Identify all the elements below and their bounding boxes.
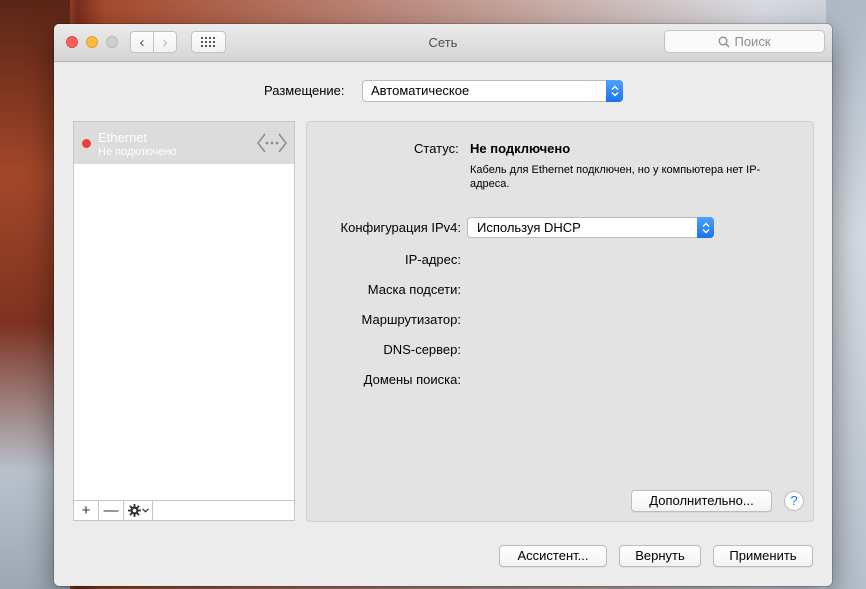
apply-button[interactable]: Применить <box>713 545 813 567</box>
status-description: Кабель для Ethernet подключен, но у комп… <box>470 164 761 190</box>
title-bar: ‹ › Сеть Поиск <box>54 24 832 62</box>
search-icon <box>719 36 730 47</box>
plus-icon: + <box>81 502 91 519</box>
location-label: Размещение: <box>264 83 345 98</box>
advanced-button[interactable]: Дополнительно... <box>631 490 772 512</box>
service-name: Ethernet <box>98 130 148 145</box>
service-list: Ethernet Не подключено <box>73 121 295 521</box>
search-input[interactable]: Поиск <box>664 30 825 53</box>
ipv4-stepper <box>697 217 714 238</box>
service-list-toolbar: + — <box>73 500 295 521</box>
help-button[interactable]: ? <box>784 491 804 511</box>
network-preferences-window: ‹ › Сеть Поиск Размещение: Автоматическо… <box>54 24 832 586</box>
remove-service-button[interactable]: — <box>99 501 124 520</box>
gear-icon <box>127 504 141 517</box>
router-label: Маршрутизатор: <box>361 312 461 327</box>
search-placeholder: Поиск <box>734 34 771 49</box>
location-select[interactable]: Автоматическое <box>362 80 623 102</box>
chevron-down-icon <box>141 508 149 513</box>
ipv4-config-value: Используя DHCP <box>477 220 581 235</box>
minus-icon: — <box>103 502 119 519</box>
assistant-button[interactable]: Ассистент... <box>499 545 607 567</box>
location-stepper <box>606 80 623 102</box>
updown-chevron-icon <box>702 222 709 233</box>
service-status: Не подключено <box>98 146 177 158</box>
status-indicator <box>82 139 91 148</box>
desktop-wallpaper-right <box>826 0 866 589</box>
ipv4-config-select[interactable]: Используя DHCP <box>467 217 714 238</box>
location-value: Автоматическое <box>371 83 470 98</box>
ip-address-label: IP-адрес: <box>405 252 461 267</box>
status-label: Статус: <box>414 141 459 156</box>
updown-chevron-icon <box>611 85 618 97</box>
action-menu-button[interactable] <box>124 501 153 520</box>
revert-button[interactable]: Вернуть <box>619 545 701 567</box>
search-domains-label: Домены поиска: <box>363 372 461 387</box>
ipv4-config-label: Конфигурация IPv4: <box>340 220 461 235</box>
status-value: Не подключено <box>470 141 571 156</box>
service-item-ethernet[interactable]: Ethernet Не подключено <box>74 122 294 164</box>
add-service-button[interactable]: + <box>74 501 99 520</box>
dns-server-label: DNS-сервер: <box>383 342 461 357</box>
subnet-mask-label: Маска подсети: <box>367 282 461 297</box>
ethernet-icon <box>256 133 288 153</box>
